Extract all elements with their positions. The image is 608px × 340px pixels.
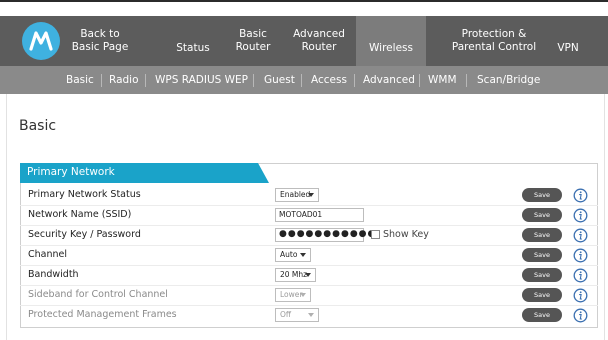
info-icon[interactable] [573,188,588,203]
nav-back-to-basic-page[interactable]: Back to Basic Page [70,16,130,66]
subtab-radio[interactable]: Radio [109,66,139,94]
save-button[interactable]: Save [522,288,562,302]
subnav-divider [466,74,467,87]
subtab-advanced[interactable]: Advanced [363,66,415,94]
subnav-divider [253,74,254,87]
nav-label-line1: Basic [239,28,267,40]
nav-wireless[interactable]: Wireless [356,16,426,66]
chevron-down-icon [305,273,311,277]
select-value: Off [280,310,292,319]
info-icon[interactable] [573,228,588,243]
nav-label: Status [176,42,210,54]
row-label: Channel [28,249,68,260]
info-icon[interactable] [573,208,588,223]
nav-basic-router[interactable]: Basic Router [230,16,276,66]
row-label: Protected Management Frames [28,309,177,320]
chevron-down-icon [300,253,306,257]
settings-row-network-name: Network Name (SSID) MOTOAD01 Save [20,206,598,226]
nav-protection-parental-control[interactable]: Protection & Parental Control [440,16,548,66]
ssid-input[interactable]: MOTOAD01 [275,208,364,222]
row-label: Network Name (SSID) [28,209,132,220]
settings-row-primary-network-status: Primary Network Status Enabled Save [20,186,598,206]
page-title: Basic [19,118,57,134]
security-key-input[interactable]: ●●●●●●●●●●● [275,228,375,242]
channel-select[interactable]: Auto [275,248,311,262]
subnav-divider [145,74,146,87]
subnav-divider [101,74,102,87]
subnav-divider [301,74,302,87]
subtab-guest[interactable]: Guest [264,66,295,94]
row-label: Bandwidth [28,269,79,280]
bandwidth-select[interactable]: 20 Mhz [275,268,316,282]
info-icon[interactable] [573,308,588,323]
nav-label: Wireless [369,42,413,54]
select-value: 20 Mhz [280,270,308,279]
subtab-access[interactable]: Access [311,66,347,94]
nav-advanced-router[interactable]: Advanced Router [288,16,350,66]
panel-title: Primary Network [27,166,115,178]
subtab-scan-bridge[interactable]: Scan/Bridge [477,66,540,94]
top-border [0,0,608,2]
nav-label-line2: Router [301,41,337,53]
subtab-wmm[interactable]: WMM [428,66,457,94]
save-button[interactable]: Save [522,268,562,282]
motorola-logo-icon[interactable] [22,22,60,60]
nav-label-line1: Protection & [461,28,527,40]
nav-label-line2: Basic Page [71,41,129,53]
nav-label-line2: Parental Control [451,41,537,53]
info-icon[interactable] [573,288,588,303]
chevron-down-icon [308,313,314,317]
subnav-divider [354,74,355,87]
subnav-divider [419,74,420,87]
show-key-checkbox[interactable] [371,230,380,239]
nav-label-line1: Back to [80,28,120,40]
settings-row-sideband: Sideband for Control Channel Lower Save [20,286,598,306]
subtab-basic[interactable]: Basic [66,66,94,94]
nav-label-line1: Advanced [293,28,345,40]
settings-row-security-key: Security Key / Password ●●●●●●●●●●● Show… [20,226,598,246]
info-icon[interactable] [573,248,588,263]
chevron-down-icon [308,193,314,197]
chevron-down-icon [300,293,306,297]
row-label: Primary Network Status [28,189,141,200]
settings-row-bandwidth: Bandwidth 20 Mhz Save [20,266,598,286]
sub-navigation: Basic Radio WPS RADIUS WEP Guest Access … [0,66,608,94]
nav-status[interactable]: Status [170,16,216,66]
nav-label: VPN [557,42,579,54]
panel-header: Primary Network [20,163,269,183]
sideband-select[interactable]: Lower [275,288,311,302]
settings-row-channel: Channel Auto Save [20,246,598,266]
nav-vpn[interactable]: VPN [550,16,586,66]
nav-label-line2: Router [235,41,271,53]
settings-row-protected-management-frames: Protected Management Frames Off Save [20,306,598,326]
info-icon[interactable] [573,268,588,283]
row-label: Sideband for Control Channel [28,289,168,300]
subtab-wps-radius-wep[interactable]: WPS RADIUS WEP [155,66,248,94]
save-button[interactable]: Save [522,208,562,222]
select-value: Auto [280,250,298,259]
select-value: Enabled [280,190,311,199]
save-button[interactable]: Save [522,308,562,322]
save-button[interactable]: Save [522,188,562,202]
primary-network-status-select[interactable]: Enabled [275,188,319,202]
save-button[interactable]: Save [522,228,562,242]
save-button[interactable]: Save [522,248,562,262]
show-key-label: Show Key [383,229,429,240]
main-navigation: Back to Basic Page Status Basic Router A… [0,16,608,66]
row-label: Security Key / Password [28,229,141,240]
pmf-select[interactable]: Off [275,308,319,322]
